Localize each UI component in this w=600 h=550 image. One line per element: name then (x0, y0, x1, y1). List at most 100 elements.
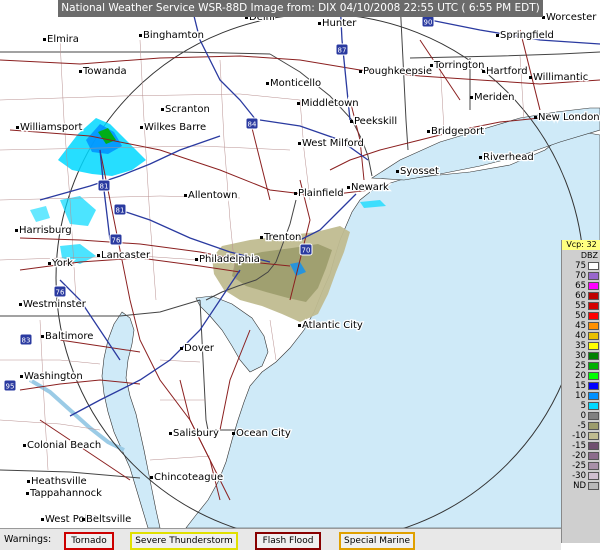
legend-swatch (588, 472, 599, 480)
legend-entry: 60 (562, 291, 600, 301)
city-label: Allentown (188, 190, 237, 201)
city-marker (294, 192, 297, 195)
legend-swatch (588, 382, 599, 390)
legend-scale: 75 70 65 60 55 50 45 40 35 30 25 20 15 10 5 0 -5 -10 -15 -2… (562, 261, 600, 491)
city-marker (350, 120, 353, 123)
legend-value: -15 (572, 441, 586, 451)
city-marker (23, 444, 26, 447)
legend-swatch (588, 342, 599, 350)
legend-swatch (588, 282, 599, 290)
city-marker (43, 38, 46, 41)
city-marker (20, 375, 23, 378)
city-label: Scranton (165, 104, 210, 115)
city-label: Hunter (322, 18, 357, 29)
legend-entry: 0 (562, 411, 600, 421)
city-marker (184, 194, 187, 197)
interstate-number: 90 (424, 19, 433, 27)
legend-entry: 30 (562, 351, 600, 361)
city-marker (260, 236, 263, 239)
legend-entry: ND (562, 481, 600, 491)
city-label: Willimantic (533, 72, 588, 83)
legend-value: 20 (575, 371, 586, 381)
city-marker (82, 518, 85, 521)
legend-swatch (588, 442, 599, 450)
city-marker (150, 476, 153, 479)
city-label: Colonial Beach (27, 440, 101, 451)
city-label: Wilkes Barre (144, 122, 206, 133)
legend-value: 35 (575, 341, 586, 351)
city-marker (479, 156, 482, 159)
city-marker (297, 102, 300, 105)
city-marker (26, 492, 29, 495)
city-marker (298, 324, 301, 327)
city-label: Elmira (47, 34, 79, 45)
legend-swatch (588, 402, 599, 410)
city-label: Springfield (500, 30, 554, 41)
legend-entry: -25 (562, 461, 600, 471)
city-marker (470, 96, 473, 99)
legend-swatch (588, 302, 599, 310)
legend-swatch (588, 422, 599, 430)
city-label: Westminster (23, 299, 87, 310)
legend-entry: 15 (562, 381, 600, 391)
severe-thunderstorm-warning-toggle[interactable]: Severe Thunderstorm (130, 532, 238, 550)
legend-swatch (588, 262, 599, 270)
legend-swatch (588, 272, 599, 280)
legend-value: 40 (575, 331, 586, 341)
city-label: Torrington (433, 60, 484, 71)
tornado-warning-toggle[interactable]: Tornado (64, 532, 114, 550)
city-marker (232, 432, 235, 435)
legend-value: 75 (575, 261, 586, 271)
city-marker (430, 64, 433, 67)
special-marine-warning-toggle[interactable]: Special Marine (339, 532, 415, 550)
city-marker (41, 518, 44, 521)
legend-swatch (588, 482, 599, 490)
radar-map: 8887908184817676837095 DelhiHunterWorces… (0, 0, 600, 550)
city-label: Philadelphia (199, 254, 260, 265)
legend-swatch (588, 432, 599, 440)
legend-value: 25 (575, 361, 586, 371)
legend-swatch (588, 372, 599, 380)
legend-swatch (588, 412, 599, 420)
city-label: New London (538, 112, 600, 123)
city-label: Riverhead (483, 152, 534, 163)
city-label: Worcester (546, 12, 597, 23)
city-label: Towanda (82, 66, 127, 77)
legend-value: 30 (575, 351, 586, 361)
vcp-label: Vcp: 32 (562, 240, 600, 250)
legend-value: 65 (575, 281, 586, 291)
city-label: Binghamton (143, 30, 204, 41)
legend-swatch (588, 392, 599, 400)
legend-value: 15 (575, 381, 586, 391)
interstate-number: 87 (338, 47, 347, 55)
city-marker (19, 303, 22, 306)
city-marker (482, 70, 485, 73)
city-marker (318, 22, 321, 25)
warnings-bar: Warnings: Tornado Severe Thunderstorm Fl… (0, 528, 561, 550)
legend-entry: 65 (562, 281, 600, 291)
city-marker (140, 126, 143, 129)
city-marker (15, 229, 18, 232)
flash-flood-warning-toggle[interactable]: Flash Flood (255, 532, 321, 550)
legend-entry: -15 (562, 441, 600, 451)
legend-value: 0 (580, 411, 586, 421)
legend-value: -25 (572, 461, 586, 471)
reflectivity-legend: Vcp: 32 DBZ 75 70 65 60 55 50 45 40 35 30 25 20 15 10… (561, 240, 600, 543)
city-label: Middletown (301, 98, 359, 109)
city-label: Monticello (270, 78, 321, 89)
city-marker (161, 108, 164, 111)
legend-entry: -20 (562, 451, 600, 461)
city-label: Ocean City (236, 428, 291, 439)
city-marker (534, 116, 537, 119)
city-marker (529, 76, 532, 79)
legend-value: -5 (577, 421, 586, 431)
city-label: Syosset (400, 166, 439, 177)
city-label: Washington (24, 371, 83, 382)
city-marker (97, 254, 100, 257)
city-label: West Milford (302, 138, 364, 149)
city-marker (48, 262, 51, 265)
legend-entry: 50 (562, 311, 600, 321)
legend-swatch (588, 292, 599, 300)
city-label: Lancaster (101, 250, 151, 261)
interstate-number: 84 (248, 121, 257, 129)
